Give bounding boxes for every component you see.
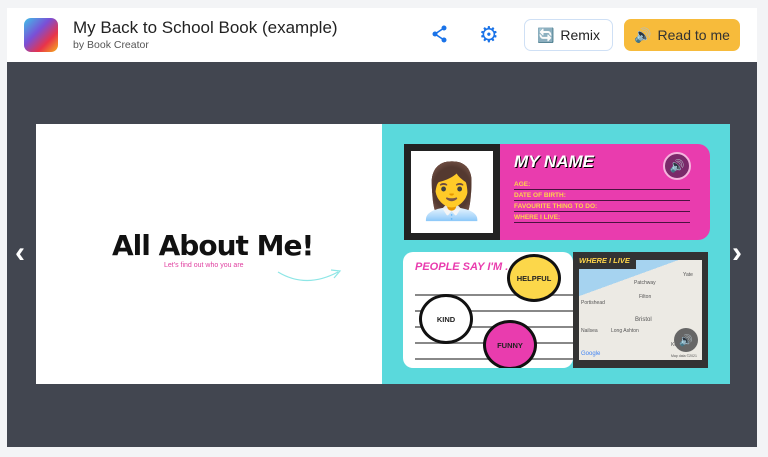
right-page: 👩‍💼 MY NAME 🔊 AGE: DATE OF BIRTH: FAVOUR… [382, 124, 730, 384]
map-attribution: Map data ©2021 [671, 354, 697, 358]
previous-page-arrow[interactable]: ‹ [15, 236, 25, 270]
map-label: Yate [683, 272, 693, 278]
google-logo: Google [581, 351, 601, 357]
read-to-me-label: Read to me [657, 27, 730, 43]
next-page-arrow[interactable]: › [732, 236, 742, 270]
map-label: Filton [639, 294, 652, 300]
map-label: Long Ashton [611, 328, 639, 334]
share-icon[interactable] [432, 25, 448, 48]
bubble-helpful: HELPFUL [507, 254, 561, 302]
bubble-funny: FUNNY [483, 320, 537, 368]
read-to-me-button[interactable]: 🔊 Read to me [624, 19, 740, 51]
remix-label: Remix [560, 27, 601, 43]
map-label: Portishead [581, 300, 605, 306]
audio-play-button[interactable]: 🔊 [674, 328, 698, 352]
remix-button[interactable]: 🔄 Remix [524, 19, 613, 51]
field-favourite-thing: FAVOURITE THING TO DO: [514, 203, 690, 212]
map-frame: Portishead Patchway Filton Bristol Nails… [573, 252, 708, 368]
audio-play-button[interactable]: 🔊 [663, 152, 691, 180]
gear-icon[interactable]: ⚙ [479, 22, 499, 48]
page-subtitle: Let's find out who you are [164, 262, 244, 269]
field-where-i-live: WHERE I LIVE: [514, 214, 690, 223]
name-card: MY NAME 🔊 AGE: DATE OF BIRTH: FAVOURITE … [500, 144, 710, 240]
people-say-card: PEOPLE SAY I'M . . . HELPFUL KIND FUNNY [403, 252, 573, 368]
people-say-heading: PEOPLE SAY I'M . . . [415, 261, 521, 273]
book-author: by Book Creator [73, 39, 149, 51]
left-page: All About Me! Let's find out who you are [36, 124, 382, 384]
my-name-heading: MY NAME [514, 152, 594, 171]
map-image: Portishead Patchway Filton Bristol Nails… [579, 260, 702, 360]
speaker-icon: 🔊 [634, 26, 652, 43]
decorative-arrow-icon [277, 269, 342, 281]
field-date-of-birth: DATE OF BIRTH: [514, 192, 690, 201]
bubble-kind: KIND [419, 294, 473, 344]
map-label: Nailsea [581, 328, 598, 334]
book-title: My Back to School Book (example) [73, 18, 338, 37]
book-creator-logo [24, 18, 58, 52]
map-label: Bristol [635, 317, 652, 323]
profile-photo-frame: 👩‍💼 [404, 144, 500, 240]
header-bar: My Back to School Book (example) by Book… [7, 8, 757, 62]
remix-icon: 🔄 [536, 26, 555, 43]
field-age: AGE: [514, 181, 690, 190]
girl-emoji-avatar: 👩‍💼 [411, 151, 493, 233]
map-label: Patchway [634, 280, 656, 286]
page-heading: All About Me! [112, 229, 314, 262]
where-i-live-heading: WHERE I LIVE [573, 252, 636, 269]
